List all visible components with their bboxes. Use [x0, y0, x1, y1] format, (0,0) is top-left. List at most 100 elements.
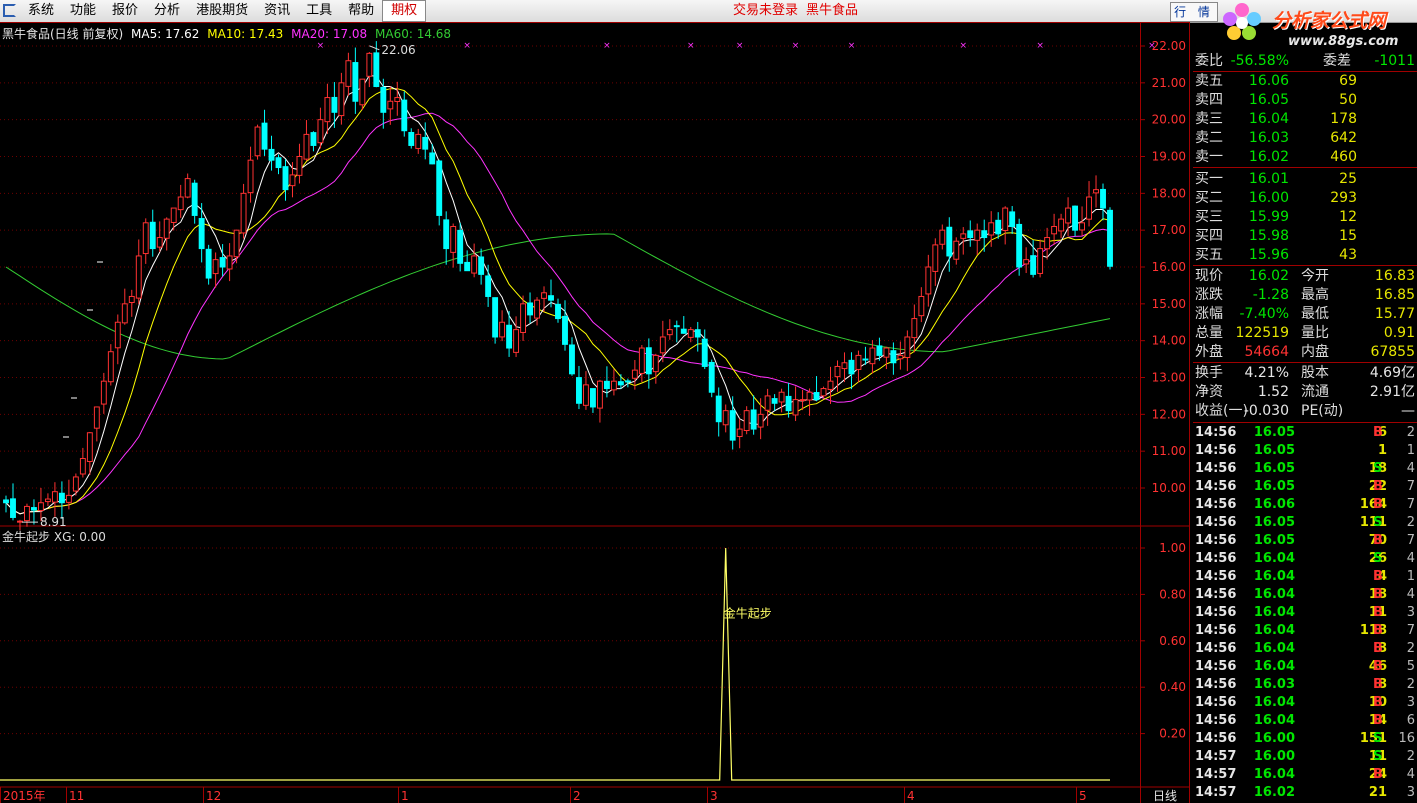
- candle-body: [380, 86, 387, 113]
- stat-label: 股本: [1301, 365, 1329, 381]
- candle-body: [506, 324, 513, 349]
- candle-body: [596, 380, 603, 409]
- candle-body: [974, 229, 981, 241]
- candle-body: [51, 491, 58, 503]
- menu-options[interactable]: 期权: [382, 0, 427, 22]
- candle-body: [24, 505, 30, 522]
- tick-price: 16.03: [1253, 677, 1295, 692]
- candle-body: [499, 321, 506, 338]
- signal-marker: ×: [848, 41, 856, 51]
- stat-value: 0.91: [1383, 325, 1415, 341]
- candle-body: [946, 226, 953, 257]
- level-volume: 460: [1330, 149, 1357, 165]
- candle-body: [778, 391, 785, 403]
- flower-logo-icon: [1223, 3, 1261, 40]
- bid-row: 买五 15.96 43: [1193, 246, 1417, 265]
- menu-system[interactable]: 系统: [20, 0, 62, 22]
- candle-body: [548, 295, 554, 301]
- tick-side: S: [1373, 731, 1383, 746]
- divider: [1193, 422, 1417, 423]
- menu-news[interactable]: 资讯: [256, 0, 298, 22]
- candle-body: [205, 248, 212, 279]
- tick-count: 2: [1406, 677, 1415, 692]
- menu-quote[interactable]: 报价: [104, 0, 146, 22]
- menu-tools[interactable]: 工具: [298, 0, 340, 22]
- candle-body: [862, 358, 869, 361]
- stat-value: 4.21%: [1244, 365, 1289, 381]
- stat-label: 涨幅: [1195, 306, 1223, 322]
- login-status: 交易未登录: [733, 3, 799, 18]
- signal-marker: ×: [1148, 41, 1156, 51]
- candle-body: [1072, 205, 1079, 231]
- candle-body: [736, 428, 743, 437]
- ma5-label: MA5: 17.62: [131, 27, 200, 41]
- candle-body: [1058, 218, 1065, 232]
- candle-body: [631, 369, 638, 379]
- tick-volume: 21: [1368, 785, 1387, 800]
- tick-row: 14:57 16.00 11 S 2: [1193, 748, 1417, 766]
- tick-side: B: [1373, 623, 1383, 638]
- tick-side: B: [1373, 569, 1383, 584]
- indicator-value: XG: 0.00: [53, 530, 106, 544]
- tick-row: 14:56 16.03 8 B 2: [1193, 676, 1417, 694]
- price-tick-label: 19.00: [1152, 150, 1186, 164]
- ma20-label: MA20: 17.08: [291, 27, 368, 41]
- price-tick-label: 16.00: [1152, 260, 1186, 274]
- tick-price: 16.05: [1253, 461, 1295, 476]
- tick-side: B: [1373, 497, 1383, 512]
- candle-body: [1065, 207, 1072, 224]
- quote-button[interactable]: 行 情: [1170, 2, 1218, 22]
- chart-canvas[interactable]: 22.0021.0020.0019.0018.0017.0016.0015.00…: [0, 22, 1190, 803]
- candle-body: [1009, 211, 1016, 227]
- stat-value: 15.77: [1374, 306, 1415, 322]
- candle-body: [897, 354, 904, 360]
- level-volume: 178: [1330, 111, 1357, 127]
- tick-time: 14:56: [1195, 425, 1237, 440]
- candle-body: [771, 398, 778, 404]
- divider: [1193, 362, 1417, 363]
- time-tick-label: 5: [1079, 789, 1087, 803]
- candle-body: [960, 233, 967, 239]
- candle-body: [415, 133, 422, 149]
- candle-body: [121, 303, 128, 324]
- tick-volume: 1: [1377, 443, 1387, 458]
- candle-body: [275, 157, 282, 169]
- candle-body: [65, 494, 72, 503]
- menu-function[interactable]: 功能: [62, 0, 104, 22]
- tick-time: 14:56: [1195, 569, 1237, 584]
- tick-count: 4: [1406, 551, 1415, 566]
- tick-count: 2: [1406, 425, 1415, 440]
- order-diff-value: -1011: [1374, 53, 1415, 69]
- tick-side: S: [1373, 515, 1383, 530]
- menu-analysis[interactable]: 分析: [146, 0, 188, 22]
- stat-label: 最高: [1301, 287, 1329, 303]
- menu-help[interactable]: 帮助: [340, 0, 382, 22]
- candle-body: [729, 410, 736, 441]
- tick-price: 16.05: [1253, 443, 1295, 458]
- tick-count: 7: [1406, 533, 1415, 548]
- candle-body: [135, 255, 142, 299]
- high-arrow: [369, 45, 380, 51]
- tick-time: 14:56: [1195, 677, 1237, 692]
- candle-body: [932, 244, 939, 272]
- stat-row: 收益(一) -0.030 PE(动) —: [1193, 402, 1417, 421]
- tick-side: S: [1373, 461, 1383, 476]
- stat-row: 现价 16.02 今开 16.83: [1193, 267, 1417, 286]
- candle-body: [387, 100, 394, 110]
- candle-body: [869, 347, 876, 365]
- time-tick-label: 12: [206, 789, 221, 803]
- indicator-tick-label: 1.00: [1159, 541, 1186, 555]
- stat-value: 54664: [1244, 344, 1289, 360]
- order-ratio-value: -56.58%: [1230, 53, 1289, 69]
- candle-body: [562, 315, 568, 345]
- candle-body: [743, 410, 750, 432]
- menu-bar: 系统 功能 报价 分析 港股期货 资讯 工具 帮助 期权 交易未登录 黑牛食品 …: [0, 0, 1417, 23]
- kline-chart-area[interactable]: 22.00 21.00 20.00 19.00 18.00 17.00 16.00 15.00…: [0, 22, 1190, 803]
- candle-body: [485, 275, 492, 297]
- tick-time: 14:56: [1195, 551, 1237, 566]
- tick-row: 14:56 16.04 11 B 3: [1193, 604, 1417, 622]
- app-logo-icon[interactable]: [3, 4, 16, 17]
- candle-body: [1016, 223, 1023, 268]
- menu-hk-futures[interactable]: 港股期货: [188, 0, 256, 22]
- candle-body: [443, 219, 450, 250]
